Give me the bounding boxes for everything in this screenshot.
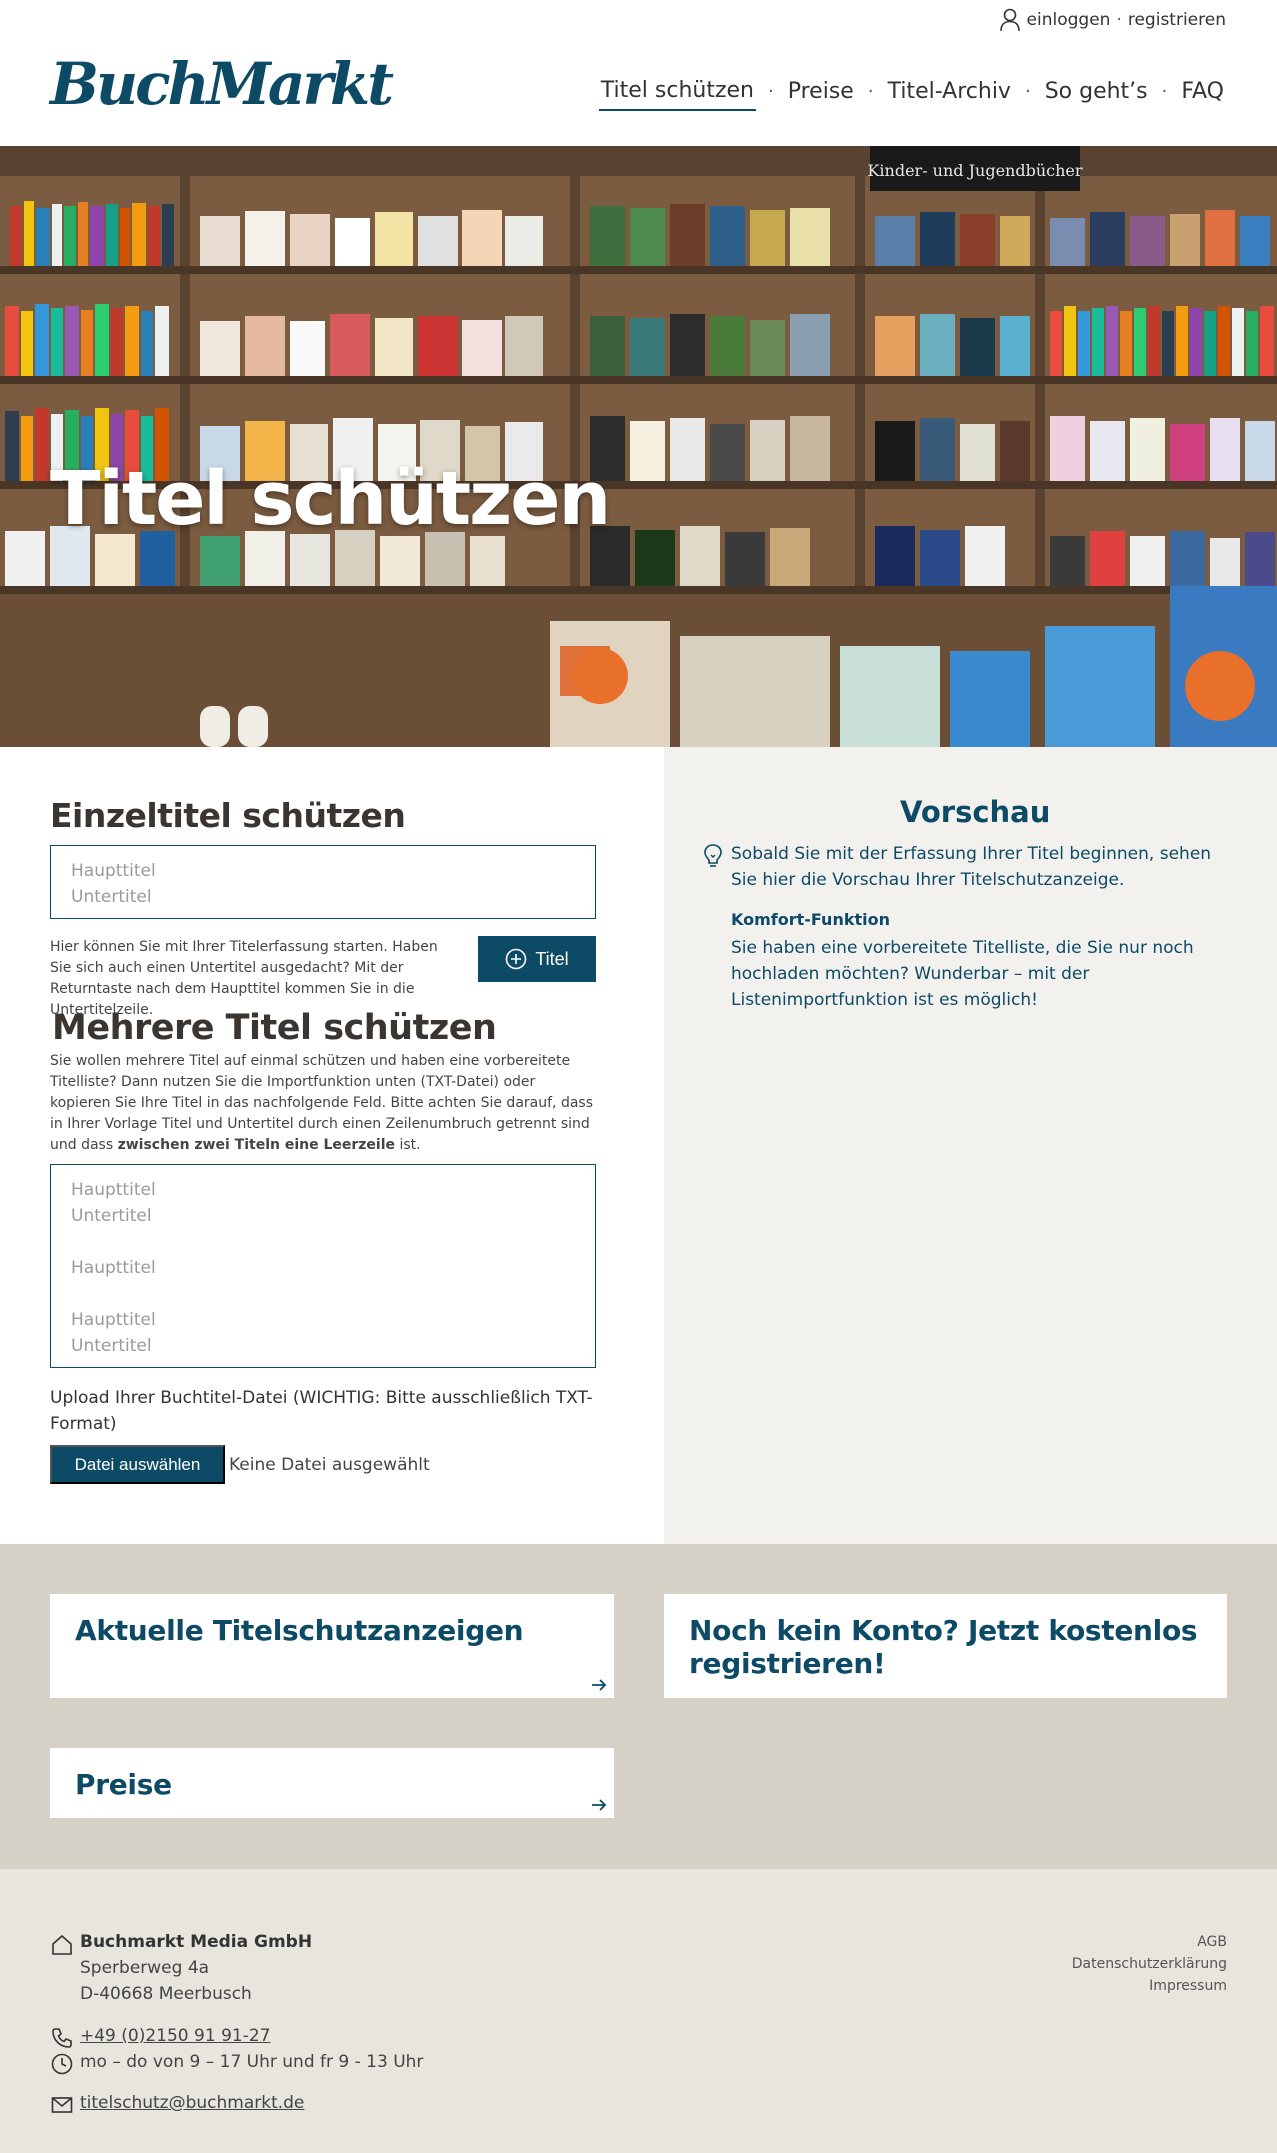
footer-phone[interactable]: +49 (0)2150 91 91-27 bbox=[80, 2026, 270, 2046]
bookshelf-illustration: Kinder- und Jugendbücher bbox=[0, 146, 1277, 747]
footer-street: Sperberweg 4a bbox=[80, 1958, 210, 1978]
placeholder-line: Haupttitel bbox=[71, 1310, 156, 1330]
plus-circle-icon bbox=[506, 948, 527, 970]
nav-separator: · bbox=[768, 81, 774, 102]
komfort-heading: Komfort-Funktion bbox=[731, 910, 890, 929]
placeholder-line bbox=[71, 1281, 575, 1307]
placeholder-line: Haupttitel bbox=[71, 1180, 156, 1200]
placeholder-main-title: Haupttitel bbox=[71, 861, 156, 881]
nav-titel-schuetzen[interactable]: Titel schützen bbox=[598, 78, 756, 111]
shelf-sign: Kinder- und Jugendbücher bbox=[867, 161, 1082, 180]
mail-icon bbox=[51, 2097, 73, 2113]
footer-company: Buchmarkt Media GmbH bbox=[80, 1932, 313, 1952]
home-icon bbox=[52, 1934, 72, 1955]
placeholder-line: Untertitel bbox=[71, 1336, 152, 1356]
login-link[interactable]: einloggen bbox=[1027, 10, 1111, 30]
nav-faq[interactable]: FAQ bbox=[1179, 79, 1226, 110]
card-prices[interactable]: Preise bbox=[50, 1748, 614, 1818]
account-links: einloggen · registrieren bbox=[999, 8, 1226, 32]
register-link[interactable]: registrieren bbox=[1128, 10, 1226, 30]
nav-titel-archiv[interactable]: Titel-Archiv bbox=[886, 79, 1013, 110]
footer-link-impressum[interactable]: Impressum bbox=[1149, 1978, 1227, 1994]
card-register[interactable]: Noch kein Konto? Jetzt kostenlos registr… bbox=[664, 1594, 1227, 1698]
arrow-right-icon bbox=[592, 1799, 607, 1811]
card-current-ads[interactable]: Aktuelle Titelschutzanzeigen bbox=[50, 1594, 614, 1698]
hero-title: Titel schützen bbox=[50, 456, 611, 542]
footer-link-agb[interactable]: AGB bbox=[1197, 1934, 1227, 1950]
placeholder-line: Untertitel bbox=[71, 1206, 152, 1226]
preview-text: Sobald Sie mit der Erfassung Ihrer Titel… bbox=[731, 844, 1212, 890]
placeholder-line: Haupttitel bbox=[71, 1258, 156, 1278]
footer-city: D-40668 Meerbusch bbox=[80, 1984, 252, 2004]
clock-icon bbox=[51, 2053, 73, 2075]
card-title: Preise bbox=[75, 1768, 172, 1801]
nav-separator: · bbox=[1161, 81, 1168, 102]
user-icon bbox=[999, 8, 1020, 32]
komfort-text: Sie haben eine vorbereitete Titelliste, … bbox=[731, 938, 1194, 1010]
nav-so-gehts[interactable]: So geht’s bbox=[1043, 79, 1150, 110]
no-file-status: Keine Datei ausgewählt bbox=[229, 1455, 430, 1475]
single-title-textarea[interactable]: Haupttitel Untertitel bbox=[50, 845, 596, 919]
arrow-right-icon bbox=[592, 1679, 607, 1691]
nav-separator: · bbox=[1024, 81, 1031, 102]
placeholder-subtitle: Untertitel bbox=[71, 887, 152, 907]
upload-label: Upload Ihrer Buchtitel-Datei (WICHTIG: B… bbox=[50, 1388, 593, 1434]
hero-image: Kinder- und Jugendbücher bbox=[0, 146, 1277, 747]
multi-title-heading: Mehrere Titel schützen bbox=[52, 1008, 497, 1048]
nav-separator: · bbox=[867, 81, 874, 102]
phone-icon bbox=[52, 2028, 72, 2048]
placeholder-line bbox=[71, 1229, 575, 1255]
add-title-label: Titel bbox=[535, 948, 569, 969]
card-title: Aktuelle Titelschutzanzeigen bbox=[75, 1614, 524, 1647]
main-nav: Titel schützen · Preise · Titel-Archiv ·… bbox=[598, 78, 1226, 111]
cards-section bbox=[0, 1544, 1277, 1869]
logo[interactable]: BuchMarkt bbox=[50, 55, 394, 113]
footer-email[interactable]: titelschutz@buchmarkt.de bbox=[80, 2093, 304, 2113]
card-title: Noch kein Konto? Jetzt kostenlos registr… bbox=[689, 1614, 1198, 1680]
lightbulb-icon bbox=[704, 844, 722, 867]
footer-hours: mo – do von 9 – 17 Uhr und fr 9 - 13 Uhr bbox=[80, 2052, 424, 2072]
multi-title-textarea[interactable]: Haupttitel Untertitel Haupttitel Hauptti… bbox=[50, 1164, 596, 1368]
preview-title: Vorschau bbox=[900, 795, 1051, 829]
single-title-heading: Einzeltitel schützen bbox=[50, 796, 406, 835]
multi-title-help: Sie wollen mehrere Titel auf einmal schü… bbox=[50, 1053, 593, 1153]
footer-link-datenschutz[interactable]: Datenschutzerklärung bbox=[1072, 1956, 1227, 1972]
choose-file-button[interactable]: Datei auswählen bbox=[50, 1445, 225, 1484]
account-separator: · bbox=[1116, 10, 1122, 30]
nav-preise[interactable]: Preise bbox=[786, 79, 856, 110]
add-title-button[interactable]: Titel bbox=[478, 936, 596, 982]
